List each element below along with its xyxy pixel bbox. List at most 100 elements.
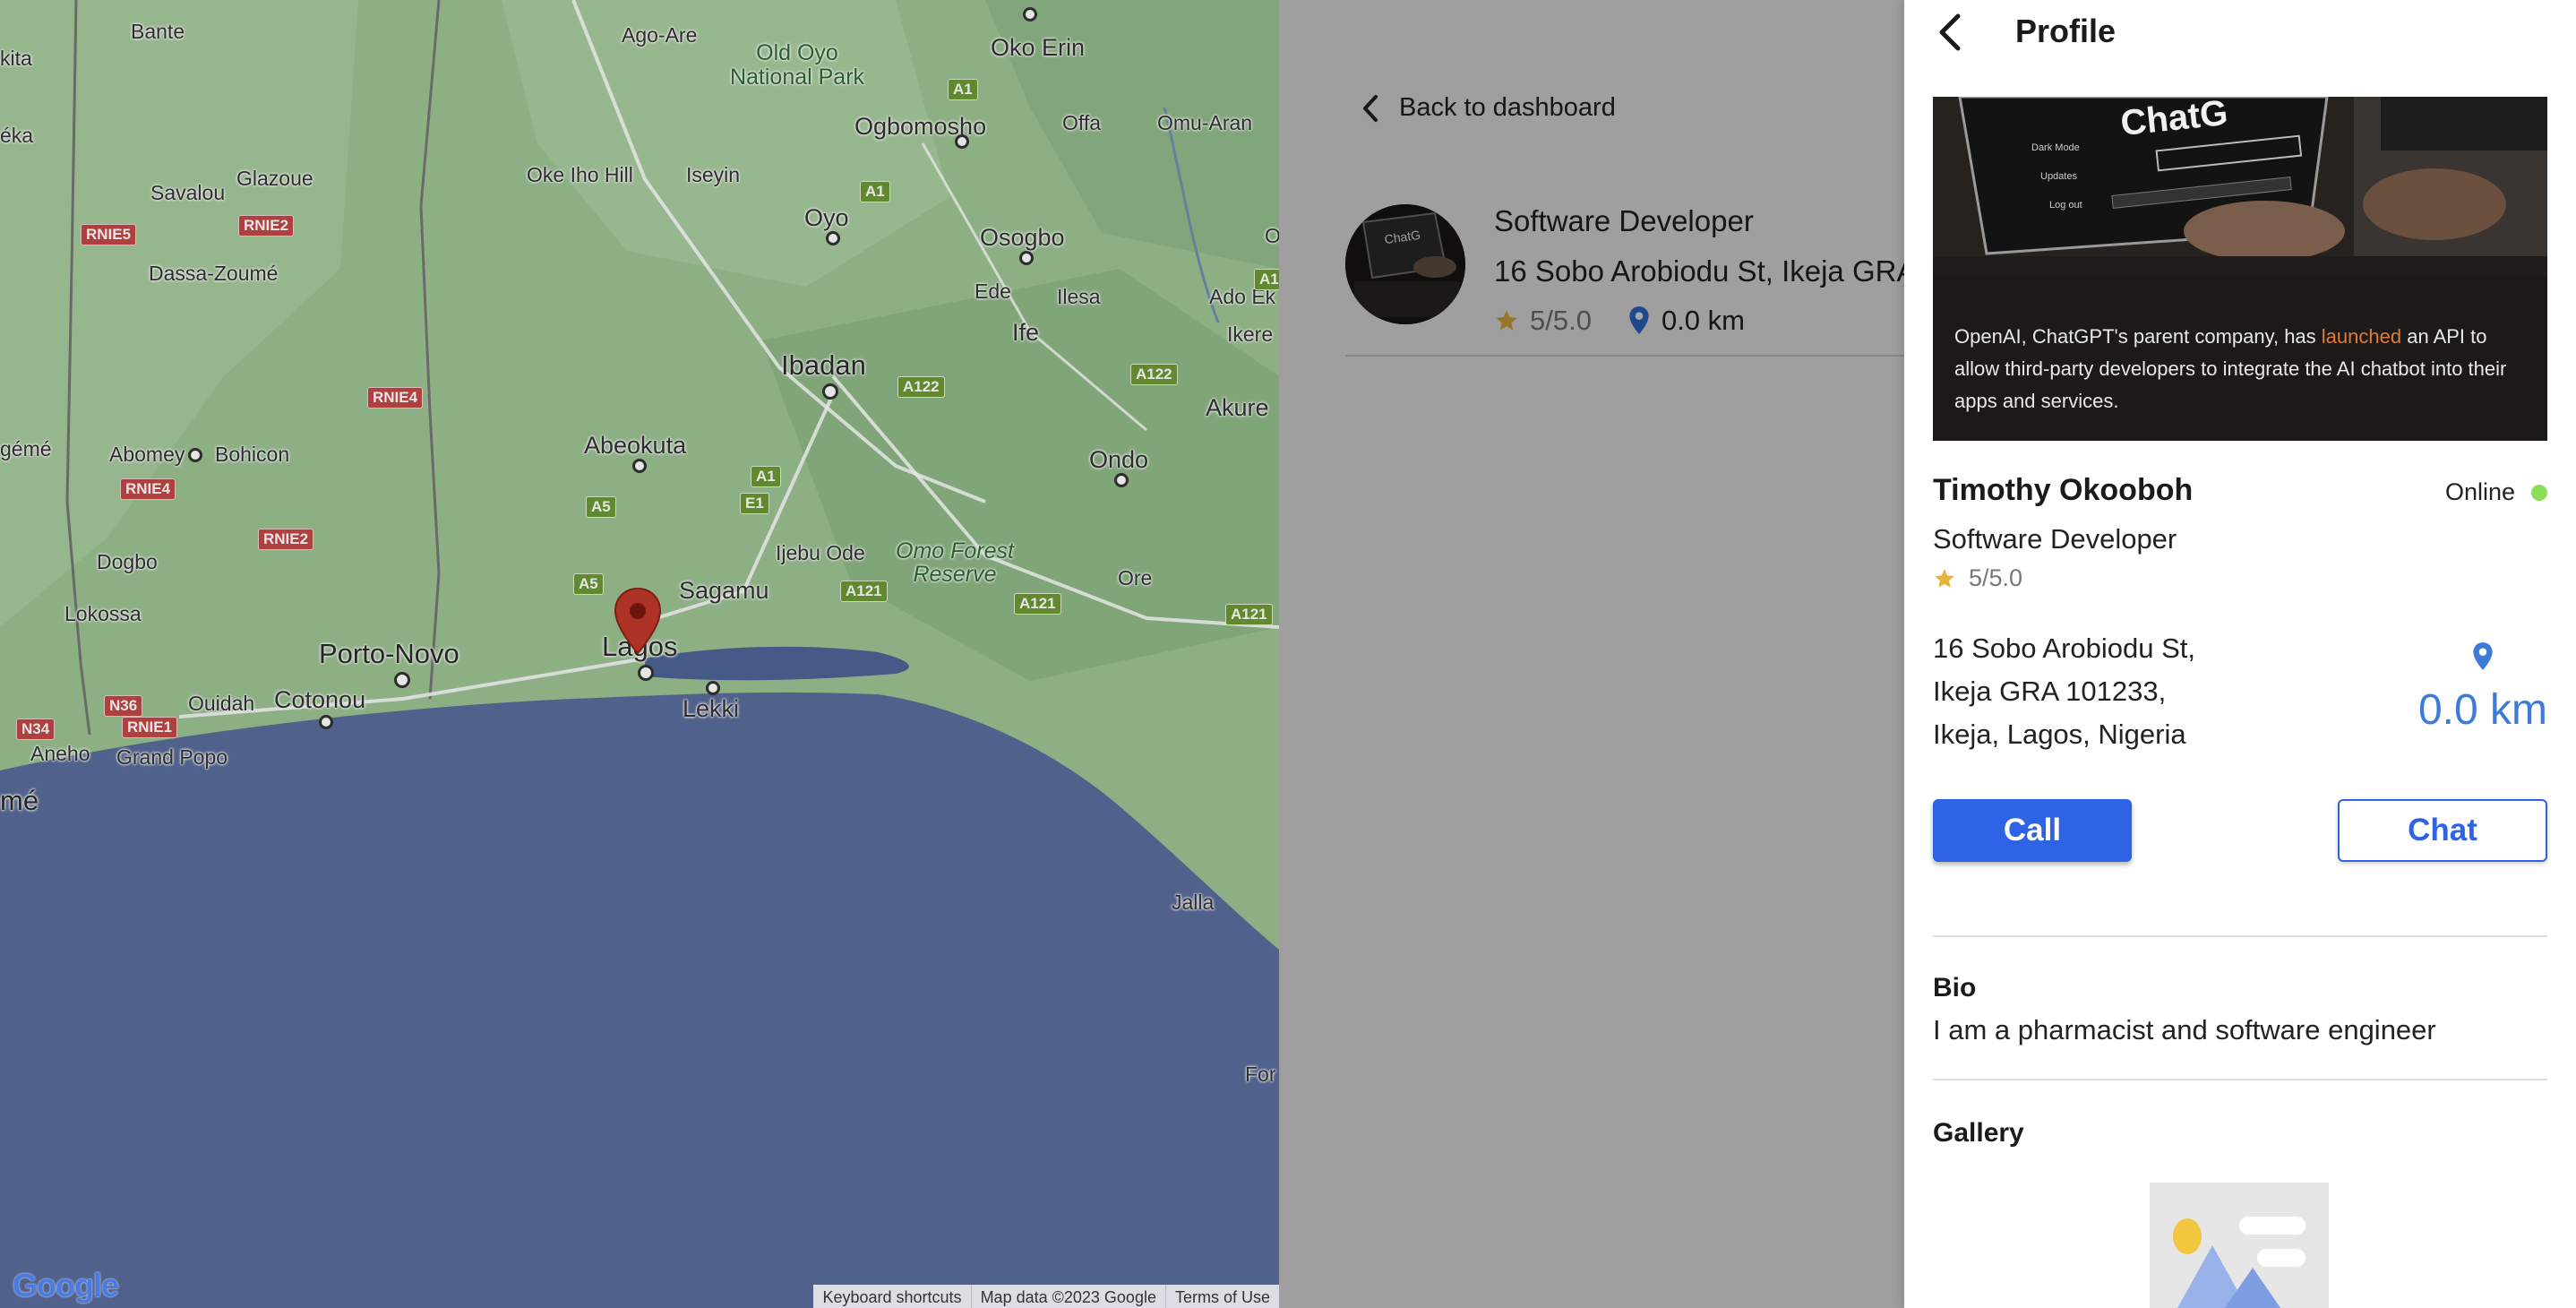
back-to-dashboard-link[interactable]: Back to dashboard	[1361, 93, 1616, 123]
cover-image: ChatG Dark Mode Updates Log out OpenAI, …	[1933, 97, 2547, 441]
city-dot	[822, 383, 838, 400]
map-label: Oyo	[804, 204, 849, 231]
city-dot	[638, 665, 654, 681]
map-label: Ede	[975, 280, 1011, 303]
map-label: Grand Popo	[116, 745, 228, 769]
back-arrow-icon[interactable]	[1936, 13, 1963, 52]
location-pin-icon	[1629, 306, 1649, 334]
map-label: Sagamu	[679, 577, 769, 604]
profile-header: Profile	[1904, 0, 2576, 65]
road-shield: A121	[1014, 593, 1061, 615]
map-label: Oke Iho Hill	[527, 163, 633, 186]
rating-value: 5/5.0	[1969, 564, 2023, 591]
list-overlay-dim	[1279, 0, 1904, 1308]
road-shield: A1	[1254, 269, 1279, 290]
gallery-image-placeholder[interactable]	[2150, 1183, 2329, 1308]
road-shield: E1	[740, 493, 769, 514]
map-label: Ore	[1118, 566, 1153, 589]
results-list-pane: Back to dashboard ChatG Software Develop…	[1279, 0, 1919, 1308]
cover-caption: OpenAI, ChatGPT's parent company, has la…	[1954, 321, 2528, 417]
call-button[interactable]: Call	[1933, 799, 2132, 862]
result-address: 16 Sobo Arobiodu St, Ikeja GRA	[1494, 254, 1917, 288]
distance-value: 0.0 km	[2417, 686, 2547, 734]
chevron-left-icon	[1363, 94, 1378, 122]
city-dot	[632, 459, 647, 473]
terms-of-use-link[interactable]: Terms of Use	[1164, 1285, 1279, 1308]
road-shield: A122	[1130, 364, 1178, 385]
person-rating: 5/5.0	[1933, 564, 2022, 592]
chat-button[interactable]: Chat	[2338, 799, 2547, 862]
map-label: Ikere	[1227, 323, 1274, 346]
city-dot	[1114, 473, 1129, 487]
map-label: Dassa-Zoumé	[149, 262, 279, 285]
result-rating: 5/5.0	[1530, 305, 1592, 336]
road-shield: RNIE4	[120, 478, 176, 500]
result-avatar: ChatG	[1345, 204, 1465, 324]
address-line: 16 Sobo Arobiodu St,	[1933, 632, 2196, 664]
road-shield: N36	[104, 695, 143, 717]
map-label: O	[1265, 224, 1279, 247]
map-label: Bante	[131, 20, 185, 43]
cover-caption-link[interactable]: launched	[2322, 325, 2401, 348]
city-dot	[955, 134, 969, 149]
road-shield: A1	[751, 466, 781, 487]
road-shield: A1	[860, 181, 890, 202]
svg-text:Updates: Updates	[2040, 171, 2077, 182]
map-label: Ondo	[1089, 446, 1149, 473]
map-label: Porto-Novo	[319, 638, 459, 669]
map-label: Ago-Are	[622, 23, 698, 47]
city-dot	[706, 681, 720, 695]
road-shield: A121	[1225, 604, 1273, 625]
map-label: éka	[0, 124, 34, 147]
address-line: Ikeja, Lagos, Nigeria	[1933, 719, 2186, 750]
road-shield: A122	[897, 376, 945, 398]
map-label: Lokossa	[64, 602, 142, 625]
road-shield: A1	[948, 79, 978, 100]
city-dot	[826, 231, 840, 245]
map-view[interactable]: Bante Ago-Are Oko Erin Old Oyo National …	[0, 0, 1279, 1308]
map-label: Dogbo	[97, 550, 158, 573]
person-role: Software Developer	[1933, 523, 2177, 555]
result-card[interactable]: ChatG Software Developer 16 Sobo Arobiod…	[1345, 204, 1919, 357]
star-icon	[1496, 310, 1517, 331]
location-pin-icon[interactable]	[613, 587, 663, 655]
map-label: Savalou	[150, 181, 226, 204]
google-logo-text: Google	[13, 1267, 119, 1304]
bio-heading: Bio	[1933, 973, 1977, 1003]
map-label: Offa	[1062, 111, 1102, 134]
map-label: Oko Erin	[991, 34, 1086, 61]
road-shield: RNIE2	[238, 215, 295, 237]
divider	[1933, 1079, 2547, 1080]
map-label: Ife	[1012, 319, 1040, 346]
map-label: Abeokuta	[584, 432, 687, 459]
road-shield: RNIE4	[367, 387, 424, 409]
road-shield: A121	[840, 581, 888, 602]
online-status: Online	[2445, 478, 2547, 506]
city-dot	[188, 448, 202, 462]
road-shield: RNIE2	[258, 529, 314, 550]
result-title: Software Developer	[1494, 204, 1754, 237]
image-placeholder-icon	[2150, 1183, 2329, 1308]
map-label: Jalla	[1172, 891, 1215, 914]
result-meta: 5/5.0 0.0 km	[1494, 305, 1745, 337]
map-label: Lekki	[683, 695, 740, 722]
map-label: Ibadan	[781, 349, 866, 381]
keyboard-shortcuts-link[interactable]: Keyboard shortcuts	[813, 1285, 970, 1308]
map-label: Omo Forest Reserve	[896, 538, 1014, 587]
svg-text:Log out: Log out	[2049, 200, 2082, 211]
cover-caption-text: OpenAI, ChatGPT's parent company, has	[1954, 325, 2322, 348]
gallery-heading: Gallery	[1933, 1118, 2024, 1148]
divider	[1933, 935, 2547, 937]
star-icon	[1935, 568, 1954, 588]
laptop-photo: ChatG Dark Mode Updates Log out	[1933, 97, 2547, 276]
map-footer: Keyboard shortcuts Map data ©2023 Google…	[813, 1285, 1279, 1308]
map-data-attribution: Map data ©2023 Google	[970, 1285, 1165, 1308]
back-to-dashboard-label: Back to dashboard	[1399, 93, 1616, 122]
map-label: Omu-Aran	[1157, 111, 1253, 134]
map-label: Old Oyo National Park	[729, 40, 865, 90]
map-label: Ouidah	[188, 692, 255, 715]
map-label: Glazoue	[236, 167, 313, 190]
road-shield: N34	[16, 719, 56, 740]
road-shield: RNIE5	[81, 224, 137, 245]
map-label: Ilesa	[1057, 285, 1101, 308]
